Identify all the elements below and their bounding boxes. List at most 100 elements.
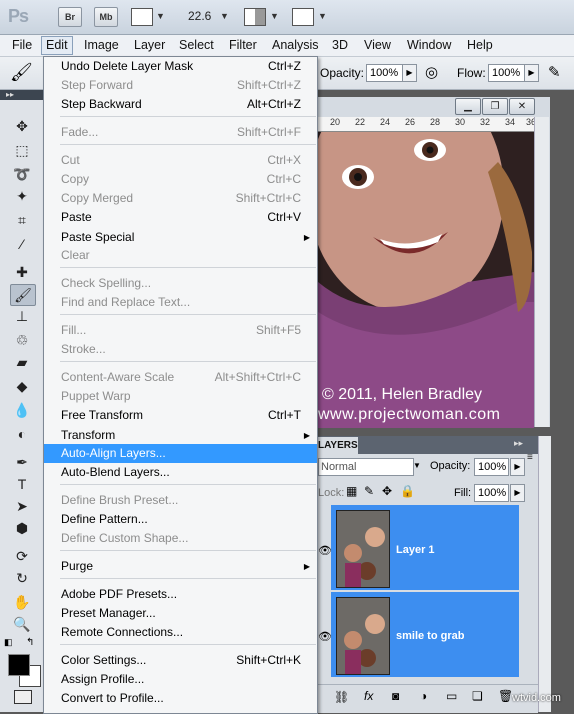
flow-arrow-icon[interactable]: ▶ [524,64,539,82]
menu-item-free-transform[interactable]: Free Transform Ctrl+T [44,406,317,425]
menu-item-transform[interactable]: Transform ▶ [44,426,317,445]
menu-window[interactable]: Window [403,37,455,54]
fill-arrow-icon[interactable]: ▶ [510,484,525,502]
eraser-tool-icon[interactable]: ▰ [10,352,34,372]
minimize-icon[interactable]: ▁ [455,98,481,115]
bridge-button[interactable]: Br [58,7,82,27]
lock-image-icon[interactable]: ✎ [364,484,374,498]
move-tool-icon[interactable]: ✥ [10,116,34,136]
flow-input[interactable]: 100% [488,64,525,82]
shape-tool-icon[interactable]: ⬢ [10,518,34,538]
fill-input[interactable]: 100% [474,484,509,502]
menu-image[interactable]: Image [80,37,123,54]
foreground-color-swatch[interactable] [8,654,30,676]
swap-colors-icon[interactable]: ↰ [26,637,34,648]
menu-item-define-pattern[interactable]: Define Pattern... [44,510,317,529]
menu-item-check-spelling[interactable]: Check Spelling... [44,274,317,293]
hand-tool-icon[interactable]: ✋ [10,592,34,612]
menu-item-color-settings[interactable]: Color Settings... Shift+Ctrl+K [44,651,317,670]
menu-help[interactable]: Help [463,37,497,54]
menu-layer[interactable]: Layer [130,37,169,54]
opacity-arrow-icon[interactable]: ▶ [402,64,417,82]
quick-mask-icon[interactable] [14,690,32,704]
blend-mode-dropdown-icon[interactable]: ▼ [413,461,421,470]
clone-stamp-tool-icon[interactable]: ⊥ [10,306,34,326]
close-icon[interactable]: ✕ [509,98,535,115]
layer-name[interactable]: Layer 1 [396,544,435,556]
lock-transparent-icon[interactable]: ▦ [346,484,357,498]
menu-item-assign-profile[interactable]: Assign Profile... [44,670,317,689]
brush-tool-icon[interactable]: 🖌 [10,284,36,306]
spot-healing-tool-icon[interactable]: ✚ [10,262,34,282]
menu-item-preset-manager[interactable]: Preset Manager... [44,604,317,623]
brush-tool-preset-icon[interactable]: 🖌 [10,62,33,83]
layer-opacity-arrow-icon[interactable]: ▶ [510,458,525,476]
menu-analysis[interactable]: Analysis [268,37,323,54]
lock-position-icon[interactable]: ✥ [382,484,392,498]
visibility-eye-icon[interactable]: 👁 [318,544,332,557]
pressure-opacity-icon[interactable]: ◎ [425,63,438,81]
layer-opacity-input[interactable]: 100% [474,458,509,476]
history-brush-tool-icon[interactable]: ♲ [10,330,34,350]
blend-mode-select[interactable]: Normal [318,458,414,476]
zoom-level[interactable]: 22.6 [188,9,211,23]
menu-item-cut[interactable]: Cut Ctrl+X [44,151,317,170]
document-vertical-scrollbar[interactable] [534,117,549,427]
layer-row[interactable]: Layer 1 [331,505,519,590]
menu-item-clear[interactable]: Clear [44,246,317,265]
delete-layer-icon[interactable]: 🗑 [498,689,513,703]
adjustment-layer-icon[interactable]: ◑ [420,689,427,703]
menu-file[interactable]: File [8,37,36,54]
path-selection-tool-icon[interactable]: ➤ [10,496,34,516]
menu-item-define-brush-preset[interactable]: Define Brush Preset... [44,491,317,510]
3d-rotate-tool-icon[interactable]: ⟳ [10,546,34,566]
crop-tool-icon[interactable]: ⌗ [10,210,34,230]
menu-item-auto-align-layers[interactable]: Auto-Align Layers... [44,444,317,463]
arrange-documents-icon[interactable] [244,8,266,26]
lasso-tool-icon[interactable]: ➰ [10,164,34,184]
menu-item-define-custom-shape[interactable]: Define Custom Shape... [44,529,317,548]
dodge-tool-icon[interactable]: ◐ [10,424,34,444]
mini-bridge-button[interactable]: Mb [94,7,118,27]
menu-item-auto-blend-layers[interactable]: Auto-Blend Layers... [44,463,317,482]
eyedropper-tool-icon[interactable]: ⁄ [10,234,34,254]
visibility-eye-icon[interactable]: 👁 [318,630,332,643]
zoom-dropdown-icon[interactable]: ▼ [220,11,229,21]
lock-all-icon[interactable]: 🔒 [400,484,415,498]
default-colors-icon[interactable]: ◧ [4,637,13,648]
menu-item-remote-connections[interactable]: Remote Connections... [44,623,317,642]
quick-selection-tool-icon[interactable]: ✦ [10,186,34,206]
layer-style-icon[interactable]: fx [364,689,373,703]
menu-item-step-backward[interactable]: Step Backward Alt+Ctrl+Z [44,95,317,114]
menu-item-copy-merged[interactable]: Copy Merged Shift+Ctrl+C [44,189,317,208]
menu-item-content-aware-scale[interactable]: Content-Aware Scale Alt+Shift+Ctrl+C [44,368,317,387]
menu-item-adobe-pdf-presets[interactable]: Adobe PDF Presets... [44,585,317,604]
screen-mode-dropdown-icon[interactable]: ▼ [318,11,327,21]
menu-item-convert-to-profile[interactable]: Convert to Profile... [44,689,317,708]
menu-edit[interactable]: Edit [41,36,73,55]
restore-icon[interactable]: ❐ [482,98,508,115]
pen-tool-icon[interactable]: ✒ [10,452,34,472]
menu-item-fill[interactable]: Fill... Shift+F5 [44,321,317,340]
layers-scrollbar[interactable] [538,436,551,712]
menu-item-fade[interactable]: Fade... Shift+Ctrl+F [44,123,317,142]
type-tool-icon[interactable]: T [10,474,34,494]
link-layers-icon[interactable]: ⛓ [334,690,349,704]
photo-canvas[interactable] [318,132,534,428]
airbrush-icon[interactable]: ✎ [548,63,561,81]
menu-item-paste[interactable]: Paste Ctrl+V [44,208,317,227]
marquee-tool-icon[interactable]: ⬚ [10,140,34,160]
view-extras-dropdown-icon[interactable]: ▼ [156,11,165,21]
panel-menu-icon[interactable]: ≡ [527,452,533,463]
menu-item-step-forward[interactable]: Step Forward Shift+Ctrl+Z [44,76,317,95]
menu-item-copy[interactable]: Copy Ctrl+C [44,170,317,189]
menu-filter[interactable]: Filter [225,37,261,54]
blur-tool-icon[interactable]: 💧 [10,400,34,420]
menu-item-paste-special[interactable]: Paste Special ▶ [44,228,317,247]
zoom-tool-icon[interactable]: 🔍 [10,614,34,634]
opacity-input[interactable]: 100% [366,64,403,82]
add-mask-icon[interactable]: ◙ [392,689,399,703]
menu-3d[interactable]: 3D [328,37,352,54]
3d-orbit-tool-icon[interactable]: ↻ [10,568,34,588]
new-group-icon[interactable]: ▭ [446,689,457,703]
